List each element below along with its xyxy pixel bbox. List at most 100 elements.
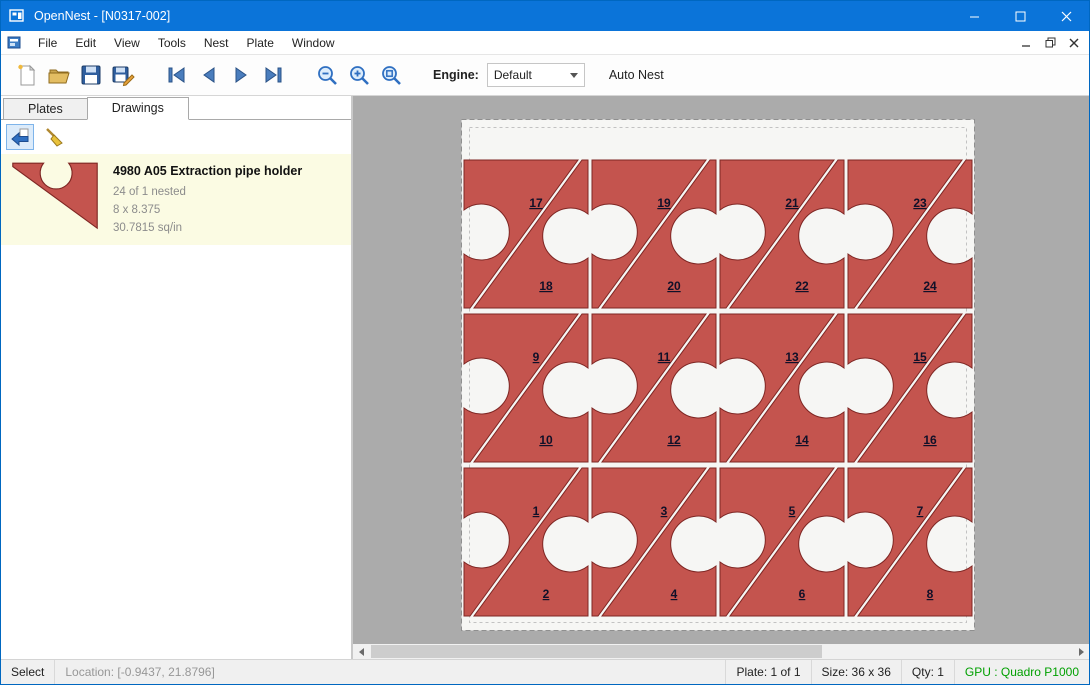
part-number-label: 1 [533, 504, 540, 518]
sidebar-tabstrip: Plates Drawings [1, 96, 351, 120]
drawing-title: 4980 A05 Extraction pipe holder [113, 164, 302, 178]
status-qty: Qty: 1 [902, 660, 954, 684]
save-icon [79, 63, 103, 87]
chevron-down-icon [570, 73, 578, 78]
save-button[interactable] [75, 59, 107, 91]
save-edit-icon [111, 63, 136, 87]
part-number-label: 21 [785, 196, 799, 210]
part-number-label: 12 [667, 433, 681, 447]
first-plate-button[interactable] [161, 59, 193, 91]
scrollbar-thumb[interactable] [371, 645, 822, 658]
scroll-left-button[interactable] [353, 644, 369, 659]
part-number-label: 15 [913, 350, 927, 364]
status-size: Size: 36 x 36 [812, 660, 901, 684]
part-number-label: 18 [539, 279, 553, 293]
import-arrow-icon [9, 126, 31, 148]
scroll-right-button[interactable] [1073, 644, 1089, 659]
minimize-icon [969, 11, 980, 22]
status-location: Location: [-0.9437, 21.8796] [55, 660, 224, 684]
part-number-label: 24 [923, 279, 937, 293]
part-number-label: 10 [539, 433, 553, 447]
part-number-label: 7 [917, 504, 924, 518]
open-button[interactable] [43, 59, 75, 91]
window-title: OpenNest - [N0317-002] [34, 9, 170, 23]
drawing-list-item[interactable]: 4980 A05 Extraction pipe holder 24 of 1 … [1, 154, 351, 245]
engine-select[interactable]: Default [487, 63, 585, 87]
menu-view[interactable]: View [105, 33, 149, 53]
part-number-label: 13 [785, 350, 799, 364]
minimize-button[interactable] [951, 1, 997, 31]
close-button[interactable] [1043, 1, 1089, 31]
open-folder-icon [47, 63, 72, 87]
tab-drawings[interactable]: Drawings [87, 97, 189, 120]
part-number-label: 14 [795, 433, 809, 447]
part-number-label: 8 [927, 587, 934, 601]
part-number-label: 5 [789, 504, 796, 518]
last-plate-button[interactable] [257, 59, 289, 91]
mdi-close-button[interactable] [1063, 33, 1085, 52]
scrollbar-track[interactable] [369, 644, 1073, 659]
sidebar: Plates Drawings [1, 96, 353, 659]
menu-file[interactable]: File [29, 33, 66, 53]
drawing-info: 4980 A05 Extraction pipe holder 24 of 1 … [113, 160, 302, 237]
tab-plates[interactable]: Plates [3, 98, 88, 119]
new-file-icon [15, 63, 39, 87]
clear-drawings-button[interactable] [40, 124, 68, 150]
menu-plate[interactable]: Plate [238, 33, 283, 53]
part-number-label: 6 [799, 587, 806, 601]
first-arrow-icon [165, 64, 189, 86]
part-number-label: 4 [671, 587, 678, 601]
import-drawing-button[interactable] [6, 124, 34, 150]
zoom-out-icon [316, 64, 339, 87]
next-plate-button[interactable] [225, 59, 257, 91]
part-number-label: 2 [543, 587, 550, 601]
menu-window[interactable]: Window [283, 33, 344, 53]
zoom-in-icon [348, 64, 371, 87]
mdi-restore-button[interactable] [1039, 33, 1061, 52]
broom-icon [43, 126, 65, 148]
zoom-out-button[interactable] [311, 59, 343, 91]
maximize-button[interactable] [997, 1, 1043, 31]
save-as-button[interactable] [107, 59, 139, 91]
app-icon [9, 9, 26, 24]
part-number-label: 19 [657, 196, 671, 210]
last-arrow-icon [261, 64, 285, 86]
status-gpu: GPU : Quadro P1000 [955, 660, 1089, 684]
next-arrow-icon [229, 64, 253, 86]
mdi-restore-icon [1045, 37, 1056, 48]
engine-label: Engine: [433, 68, 479, 82]
zoom-in-button[interactable] [343, 59, 375, 91]
part-number-label: 16 [923, 433, 937, 447]
part-number-label: 11 [658, 350, 671, 364]
horizontal-scrollbar[interactable] [353, 644, 1089, 659]
part-number-label: 23 [913, 196, 927, 210]
statusbar: Select Location: [-0.9437, 21.8796] Plat… [1, 659, 1089, 684]
plate-svg: 171819202122232491011121314151612345678 [461, 119, 975, 631]
mdi-minimize-button[interactable] [1015, 33, 1037, 52]
zoom-fit-button[interactable] [375, 59, 407, 91]
content-area: Plates Drawings [1, 96, 1089, 659]
menu-nest[interactable]: Nest [195, 33, 238, 53]
mdi-minimize-icon [1021, 38, 1031, 48]
previous-plate-button[interactable] [193, 59, 225, 91]
new-button[interactable] [11, 59, 43, 91]
scroll-right-icon [1079, 648, 1084, 656]
application-window: OpenNest - [N0317-002] File Edit View To… [0, 0, 1090, 685]
canvas-column: 171819202122232491011121314151612345678 [353, 96, 1089, 659]
nesting-canvas[interactable]: 171819202122232491011121314151612345678 [353, 96, 1089, 644]
zoom-fit-icon [380, 64, 403, 87]
sidebar-empty-area [1, 245, 351, 659]
titlebar: OpenNest - [N0317-002] [1, 1, 1089, 31]
drawing-size: 8 x 8.375 [113, 202, 302, 220]
part-number-label: 20 [667, 279, 681, 293]
auto-nest-button[interactable]: Auto Nest [609, 68, 664, 82]
menu-tools[interactable]: Tools [149, 33, 195, 53]
main-toolbar: Engine: Default Auto Nest [1, 54, 1089, 96]
menu-edit[interactable]: Edit [66, 33, 105, 53]
status-mode: Select [1, 660, 54, 684]
scroll-left-icon [359, 648, 364, 656]
engine-value: Default [494, 68, 532, 82]
part-shape-thumbnail [11, 162, 99, 235]
document-icon [7, 36, 23, 50]
drawings-toolbar [1, 120, 351, 154]
